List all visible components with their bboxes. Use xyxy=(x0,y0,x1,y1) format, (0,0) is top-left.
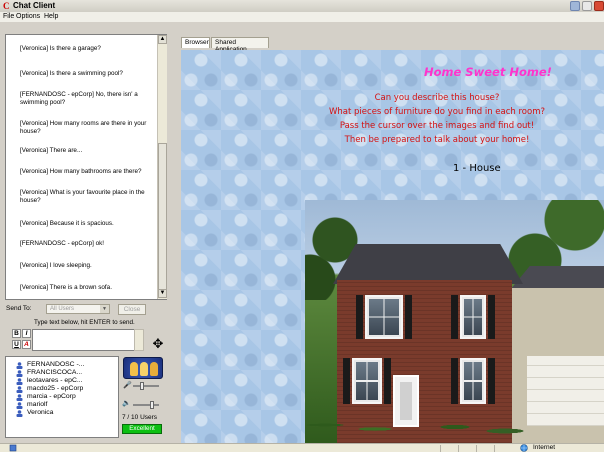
user-list-item[interactable]: Veronica xyxy=(27,409,53,417)
divider xyxy=(458,445,459,452)
close-button[interactable]: Close xyxy=(118,304,146,315)
chat-message: [Veronica] How many rooms are there in y… xyxy=(20,120,147,135)
user-icon xyxy=(16,402,23,409)
scrollbar-thumb[interactable] xyxy=(158,143,167,293)
house-window xyxy=(352,358,382,404)
volume-slider-track xyxy=(133,404,159,406)
prompt-line: Then be prepared to talk about your home… xyxy=(344,135,530,145)
menu-options[interactable]: Options xyxy=(16,13,40,20)
mic-slider-track xyxy=(133,385,159,387)
user-icon xyxy=(16,370,23,377)
menu-help[interactable]: Help xyxy=(44,13,58,20)
type-hint: Type text below, hit ENTER to send. xyxy=(34,319,135,326)
section-title: 1 - House xyxy=(453,163,501,174)
scroll-up-icon[interactable]: ▲ xyxy=(158,35,167,44)
chat-message: [Veronica] How many bathrooms are there? xyxy=(20,168,142,175)
close-window-button[interactable] xyxy=(594,1,604,11)
send-to-label: Send To: xyxy=(6,305,32,312)
divider xyxy=(494,445,495,452)
house-window xyxy=(460,358,486,404)
chat-message: [Veronica] There is a brown sofa. xyxy=(20,284,112,291)
app-icon: C xyxy=(3,1,10,11)
chat-message: [Veronica] Is there a garage? xyxy=(20,45,101,52)
menu-file[interactable]: File xyxy=(3,13,14,20)
user-list-item[interactable]: FRANCISCOCA... xyxy=(27,369,82,377)
voice-panel: 🎤 🔈 7 / 10 Users Excellent xyxy=(120,356,166,438)
browser-view[interactable]: Home Sweet Home! Can you describe this h… xyxy=(181,50,604,443)
text-color-button[interactable]: A xyxy=(22,340,31,349)
tab-browser[interactable]: Browser xyxy=(181,37,210,48)
globe-icon xyxy=(520,444,528,452)
page-heading: Home Sweet Home! xyxy=(424,65,552,79)
chat-message: [FERNANDOSC - epCorp] ok! xyxy=(20,240,104,247)
user-count: 7 / 10 Users xyxy=(122,414,158,421)
prompt-line: Can you describe this house? xyxy=(374,93,500,103)
shutter xyxy=(343,358,350,404)
title-bar: C Chat Client xyxy=(0,0,604,12)
divider xyxy=(440,445,441,452)
user-list-item[interactable]: mariolf xyxy=(27,401,47,409)
bushes xyxy=(305,405,604,443)
mic-slider[interactable] xyxy=(140,382,144,390)
chat-message: [Veronica] Because it is spacious. xyxy=(20,220,114,227)
shutter xyxy=(451,358,458,404)
user-list-item[interactable]: FERNANDOSC -... xyxy=(27,361,84,369)
chat-message: [Veronica] I love sleeping. xyxy=(20,262,92,269)
house-window xyxy=(365,295,403,339)
window-title: Chat Client xyxy=(13,1,56,10)
chat-message: [FERNANDOSC - epCorp] No, there isn' a s… xyxy=(20,91,138,106)
bold-button[interactable]: B xyxy=(12,329,21,338)
shutter xyxy=(384,358,391,404)
chat-message: [Veronica] There are... xyxy=(20,147,83,154)
shutter xyxy=(405,295,412,339)
user-icon xyxy=(16,386,23,393)
microphone-icon[interactable]: 🎤 xyxy=(123,382,132,390)
underline-button[interactable]: U xyxy=(12,340,21,349)
house-roof xyxy=(333,244,523,284)
chevron-down-icon[interactable]: ▼ xyxy=(100,305,109,313)
prompt-line: Pass the cursor over the images and find… xyxy=(339,121,535,131)
send-to-value: All Users xyxy=(50,306,75,312)
prompt-line: What pieces of furniture do you find in … xyxy=(329,107,545,117)
chat-scrollbar[interactable]: ▲ ▼ xyxy=(157,35,167,299)
users-list[interactable]: FERNANDOSC -... FRANCISCOCA... leotavare… xyxy=(5,356,119,438)
page-icon xyxy=(9,444,17,452)
status-badge: Excellent xyxy=(122,424,162,434)
user-icon xyxy=(16,362,23,369)
user-icon xyxy=(16,378,23,385)
volume-slider[interactable] xyxy=(150,401,154,409)
chat-transcript[interactable]: [Veronica] Is there a garage? [Veronica]… xyxy=(5,34,167,300)
shutter xyxy=(488,295,495,339)
tab-shared-application[interactable]: Shared Application xyxy=(211,37,269,53)
status-bar: Internet xyxy=(0,443,604,452)
user-icon xyxy=(16,394,23,401)
shutter xyxy=(356,295,363,339)
user-icon xyxy=(16,410,23,417)
scroll-down-icon[interactable]: ▼ xyxy=(158,289,167,298)
chat-message: [Veronica] What is your favourite place … xyxy=(20,189,145,204)
message-input[interactable] xyxy=(32,329,144,351)
shutter xyxy=(488,358,495,404)
input-scrollbar[interactable] xyxy=(134,329,144,351)
people-icon[interactable] xyxy=(123,357,163,379)
house-photo[interactable] xyxy=(305,200,604,443)
send-to-select[interactable]: All Users ▼ xyxy=(46,304,110,314)
minimize-button[interactable] xyxy=(570,1,580,11)
user-list-item[interactable]: marcia - epCorp xyxy=(27,393,76,401)
shutter xyxy=(451,295,458,339)
user-list-item[interactable]: macdo25 - epCorp xyxy=(27,385,83,393)
speaker-icon[interactable]: 🔈 xyxy=(122,400,131,408)
divider xyxy=(476,445,477,452)
house-window xyxy=(460,295,486,339)
maximize-button[interactable] xyxy=(582,1,592,11)
chat-message: [Veronica] Is there a swimming pool? xyxy=(20,70,123,77)
move-icon[interactable]: ✥ xyxy=(151,337,165,351)
italic-button[interactable]: I xyxy=(22,329,31,338)
user-list-item[interactable]: leotavares - epC... xyxy=(27,377,83,385)
menu-bar: File Options Help xyxy=(0,12,604,22)
zone-label: Internet xyxy=(533,444,556,451)
